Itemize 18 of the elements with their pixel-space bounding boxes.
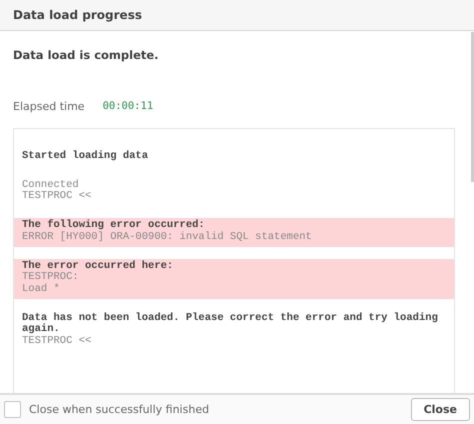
log-line: TESTPROC:	[22, 272, 80, 284]
scrollbar-thumb[interactable]	[471, 32, 474, 182]
checkbox[interactable]	[4, 401, 21, 418]
elapsed-label: Elapsed time	[13, 100, 85, 113]
log-line: Connected	[22, 180, 80, 191]
dialog-title: Data load progress	[13, 8, 142, 22]
checkbox-label: Close when successfully finished	[29, 403, 210, 416]
log-line: TESTPROC <<	[22, 336, 92, 348]
log-line: Data has not been loaded. Please correct the error and try loading again.	[22, 312, 439, 336]
log-line: Started loading data	[22, 151, 150, 163]
close-button[interactable]: Close	[410, 398, 470, 421]
log-line: The following error occurred:	[22, 220, 205, 232]
log-line: The error occurred here:	[22, 260, 174, 272]
status-message: Data load is complete.	[13, 48, 160, 62]
log-line: ERROR [HY000] ORA-00900: invalid SQL statement	[22, 232, 313, 244]
elapsed-value: 00:00:11	[102, 100, 154, 113]
log-line: Load *	[22, 284, 61, 296]
log-line: TESTPROC <<	[22, 191, 92, 204]
